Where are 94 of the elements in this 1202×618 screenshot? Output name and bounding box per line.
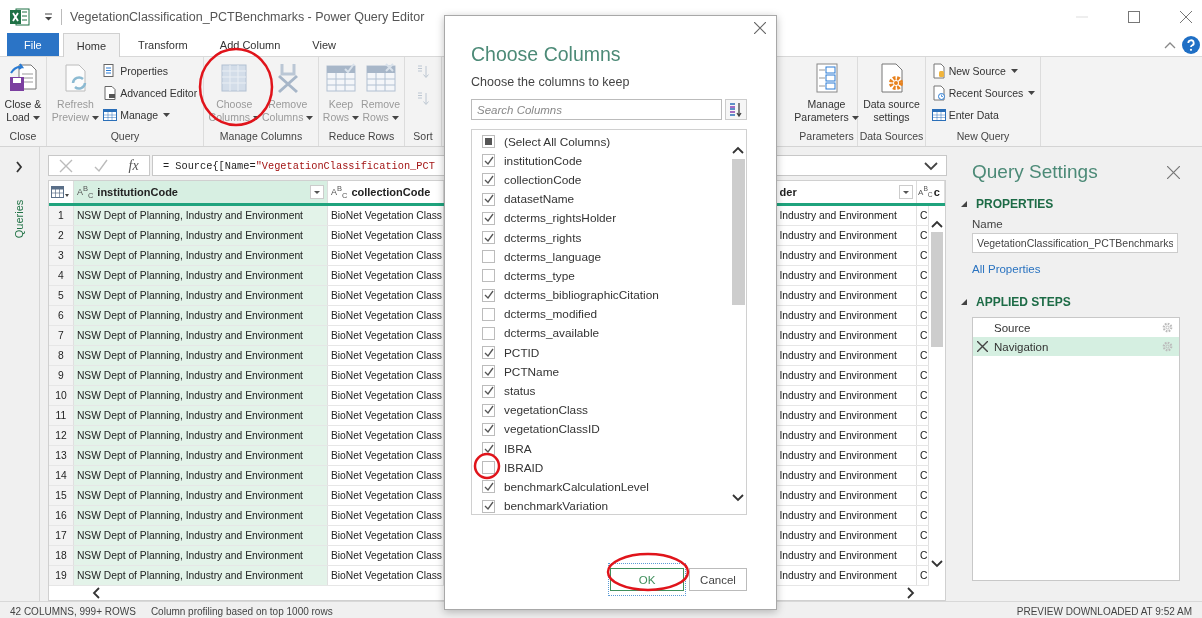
row-number: 17 bbox=[48, 526, 74, 545]
table-cell: BioNet Vegetation Class bbox=[327, 366, 444, 385]
table-cell: NSW Dept of Planning, Industry and Environment bbox=[73, 266, 328, 285]
table-cell: BioNet Vegetation Class bbox=[327, 206, 444, 225]
table-cell: NSW Dept of Planning, Industry and Environment bbox=[73, 346, 328, 365]
group-label: Close bbox=[8, 129, 38, 144]
group-label: Query bbox=[109, 129, 141, 144]
row-number: 13 bbox=[48, 446, 74, 465]
row-number: 11 bbox=[48, 406, 74, 425]
row-number: 4 bbox=[48, 266, 74, 285]
row-number: 12 bbox=[48, 426, 74, 445]
table-cell: BioNet Vegetation Class bbox=[327, 426, 444, 445]
window-title: VegetationClassification_PCTBenchmarks - Power Query Editor bbox=[70, 9, 425, 24]
table-cell: NSW Dept of Planning, Industry and Environment bbox=[73, 526, 328, 545]
table-cell: C bbox=[917, 446, 929, 465]
table-cell: BioNet Vegetation Class bbox=[327, 466, 444, 485]
table-cell: C bbox=[917, 486, 929, 505]
group-label: Manage Columns bbox=[218, 129, 304, 144]
table-cell: C bbox=[917, 566, 929, 585]
table-cell: C bbox=[917, 546, 929, 565]
row-number: 18 bbox=[48, 546, 74, 565]
table-cell: NSW Dept of Planning, Industry and Environment bbox=[73, 246, 328, 265]
dialog-subtitle: Choose the columns to keep bbox=[471, 75, 631, 89]
row-number: 16 bbox=[48, 506, 74, 525]
table-cell: C bbox=[917, 386, 929, 405]
table-cell: NSW Dept of Planning, Industry and Environment bbox=[73, 466, 328, 485]
table-cell: BioNet Vegetation Class bbox=[327, 546, 444, 565]
row-number: 15 bbox=[48, 486, 74, 505]
table-cell: NSW Dept of Planning, Industry and Environment bbox=[73, 486, 328, 505]
table-cell: BioNet Vegetation Class bbox=[327, 246, 444, 265]
section-heading: APPLIED STEPS bbox=[976, 295, 1071, 309]
row-number: 7 bbox=[48, 326, 74, 345]
row-number: 2 bbox=[48, 226, 74, 245]
table-cell: BioNet Vegetation Class bbox=[327, 486, 444, 505]
row-number: 6 bbox=[48, 306, 74, 325]
dialog-title: Choose Columns bbox=[471, 43, 622, 66]
table-cell: BioNet Vegetation Class bbox=[327, 346, 444, 365]
row-number: 10 bbox=[48, 386, 74, 405]
group-label: New Query bbox=[955, 129, 1011, 144]
table-cell: NSW Dept of Planning, Industry and Environment bbox=[73, 326, 328, 345]
table-cell: C bbox=[917, 266, 929, 285]
pane-title: Query Settings bbox=[972, 161, 1098, 183]
table-cell: BioNet Vegetation Class bbox=[327, 526, 444, 545]
table-cell: NSW Dept of Planning, Industry and Environment bbox=[73, 306, 328, 325]
group-label: Sort bbox=[412, 129, 434, 144]
table-cell: NSW Dept of Planning, Industry and Environment bbox=[73, 426, 328, 445]
group-label: Data Sources bbox=[859, 129, 924, 144]
group-label: Parameters bbox=[798, 129, 855, 144]
row-number: 3 bbox=[48, 246, 74, 265]
table-cell: NSW Dept of Planning, Industry and Environment bbox=[73, 386, 328, 405]
table-cell: NSW Dept of Planning, Industry and Environment bbox=[73, 206, 328, 225]
section-heading: PROPERTIES bbox=[976, 197, 1054, 211]
table-cell: C bbox=[917, 226, 929, 245]
table-cell: NSW Dept of Planning, Industry and Environment bbox=[73, 366, 328, 385]
table-cell: BioNet Vegetation Class bbox=[327, 446, 444, 465]
table-cell: NSW Dept of Planning, Industry and Environment bbox=[73, 286, 328, 305]
table-cell: C bbox=[917, 406, 929, 425]
table-cell: C bbox=[917, 326, 929, 345]
table-cell: C bbox=[917, 346, 929, 365]
table-cell: C bbox=[917, 306, 929, 325]
group-label: Reduce Rows bbox=[327, 129, 396, 144]
field-label: Name bbox=[972, 218, 1004, 230]
row-number: 8 bbox=[48, 346, 74, 365]
row-number: 19 bbox=[48, 566, 74, 585]
status-text: Column profiling based on top 1000 rows bbox=[150, 605, 333, 617]
table-cell: NSW Dept of Planning, Industry and Environment bbox=[73, 546, 328, 565]
table-cell: NSW Dept of Planning, Industry and Environment bbox=[73, 446, 328, 465]
table-cell: C bbox=[917, 366, 929, 385]
table-cell: C bbox=[917, 246, 929, 265]
table-cell: BioNet Vegetation Class bbox=[327, 226, 444, 245]
row-number: 1 bbox=[48, 206, 74, 225]
table-cell: C bbox=[917, 526, 929, 545]
status-text: 42 COLUMNS, 999+ ROWS bbox=[10, 605, 136, 617]
status-text: PREVIEW DOWNLOADED AT 9:52 AM bbox=[1016, 605, 1192, 617]
table-cell: C bbox=[917, 206, 929, 225]
table-cell: NSW Dept of Planning, Industry and Environment bbox=[73, 566, 328, 585]
table-cell: BioNet Vegetation Class bbox=[327, 306, 444, 325]
row-number: 5 bbox=[48, 286, 74, 305]
table-cell: C bbox=[917, 286, 929, 305]
table-cell: BioNet Vegetation Class bbox=[327, 286, 444, 305]
table-cell: BioNet Vegetation Class bbox=[327, 406, 444, 425]
table-cell: NSW Dept of Planning, Industry and Environment bbox=[73, 226, 328, 245]
table-cell: C bbox=[917, 426, 929, 445]
table-cell: BioNet Vegetation Class bbox=[327, 506, 444, 525]
table-cell: C bbox=[917, 506, 929, 525]
table-cell: NSW Dept of Planning, Industry and Environment bbox=[73, 406, 328, 425]
table-cell: BioNet Vegetation Class bbox=[327, 566, 444, 585]
row-number: 9 bbox=[48, 366, 74, 385]
table-cell: C bbox=[917, 466, 929, 485]
table-cell: NSW Dept of Planning, Industry and Environment bbox=[73, 506, 328, 525]
table-cell: BioNet Vegetation Class bbox=[327, 386, 444, 405]
table-cell: BioNet Vegetation Class bbox=[327, 266, 444, 285]
row-number: 14 bbox=[48, 466, 74, 485]
table-cell: BioNet Vegetation Class bbox=[327, 326, 444, 345]
